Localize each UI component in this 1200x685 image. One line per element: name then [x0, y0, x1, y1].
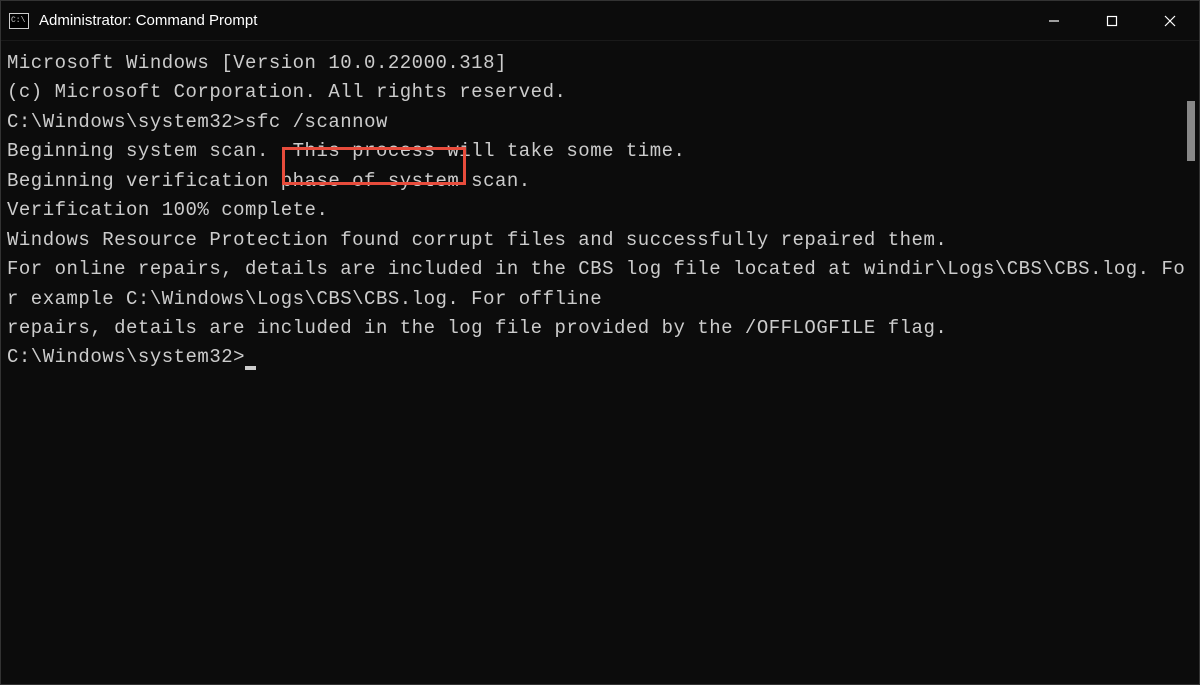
- prompt-line: C:\Windows\system32>: [7, 343, 1193, 372]
- output-line: For online repairs, details are included…: [7, 255, 1193, 314]
- output-line: Beginning system scan. This process will…: [7, 137, 1193, 166]
- cmd-icon: [9, 13, 29, 29]
- close-icon: [1164, 15, 1176, 27]
- maximize-icon: [1106, 15, 1118, 27]
- output-line: (c) Microsoft Corporation. All rights re…: [7, 78, 1193, 107]
- close-button[interactable]: [1141, 1, 1199, 40]
- titlebar[interactable]: Administrator: Command Prompt: [1, 1, 1199, 41]
- output-line: Beginning verification phase of system s…: [7, 167, 1193, 196]
- output-line: Microsoft Windows [Version 10.0.22000.31…: [7, 49, 1193, 78]
- window-title: Administrator: Command Prompt: [39, 12, 257, 29]
- minimize-button[interactable]: [1025, 1, 1083, 40]
- output-line: repairs, details are included in the log…: [7, 314, 1193, 343]
- prompt-command: sfc /scannow: [245, 111, 388, 133]
- command-prompt-window: Administrator: Command Prompt: [0, 0, 1200, 685]
- prompt-path: C:\Windows\system32>: [7, 346, 245, 368]
- titlebar-left: Administrator: Command Prompt: [9, 12, 257, 29]
- output-line: Windows Resource Protection found corrup…: [7, 226, 1193, 255]
- scrollbar-thumb[interactable]: [1187, 101, 1195, 161]
- prompt-path: C:\Windows\system32>: [7, 111, 245, 133]
- prompt-line: C:\Windows\system32>sfc /scannow: [7, 108, 1193, 137]
- maximize-button[interactable]: [1083, 1, 1141, 40]
- output-line: Verification 100% complete.: [7, 196, 1193, 225]
- titlebar-controls: [1025, 1, 1199, 40]
- minimize-icon: [1048, 15, 1060, 27]
- cursor: [245, 366, 256, 370]
- terminal-output[interactable]: Microsoft Windows [Version 10.0.22000.31…: [1, 41, 1199, 684]
